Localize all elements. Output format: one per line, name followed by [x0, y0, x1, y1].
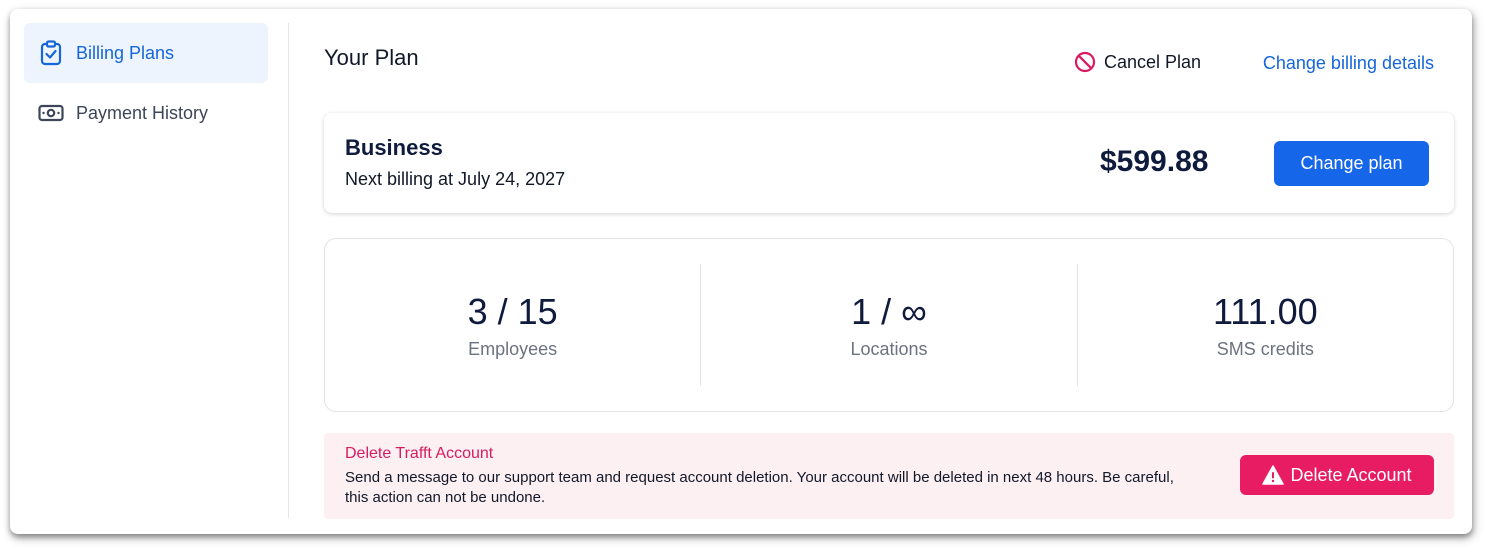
- plan-name: Business: [345, 135, 443, 160]
- change-plan-button[interactable]: Change plan: [1274, 141, 1429, 186]
- warning-icon: [1262, 464, 1285, 486]
- sidebar-item-billing-plans[interactable]: Billing Plans: [24, 23, 268, 83]
- change-billing-details-link[interactable]: Change billing details: [1263, 53, 1434, 74]
- cash-icon: [38, 100, 64, 126]
- delete-account-title: Delete Trafft Account: [345, 445, 494, 462]
- next-billing-text: Next billing at July 24, 2027: [345, 169, 566, 189]
- sidebar-item-label: Payment History: [76, 102, 209, 123]
- stat-value: 1 / ∞: [851, 290, 927, 332]
- sidebar-item-label: Billing Plans: [76, 42, 175, 63]
- sidebar-divider: [288, 23, 289, 518]
- cancel-plan-button[interactable]: Cancel Plan: [1074, 51, 1201, 73]
- delete-account-label: Delete Account: [1290, 464, 1412, 485]
- cancel-plan-label: Cancel Plan: [1104, 51, 1202, 72]
- stat-value: 111.00: [1212, 290, 1318, 332]
- stat-label: Employees: [468, 338, 558, 359]
- clipboard-check-icon: [38, 40, 64, 66]
- sidebar-item-payment-history[interactable]: Payment History: [24, 83, 268, 143]
- plan-card: Business Next billing at July 24, 2027 $…: [324, 113, 1454, 213]
- usage-stats-card: 3 / 15 Employees 1 / ∞ Locations 111.00 …: [324, 238, 1454, 412]
- stat-sms-credits: 111.00 SMS credits: [1078, 264, 1453, 386]
- delete-account-panel: Delete Trafft Account Send a message to …: [324, 433, 1454, 519]
- stat-label: SMS credits: [1216, 338, 1314, 359]
- stat-value: 3 / 15: [467, 290, 558, 332]
- page-title: Your Plan: [324, 45, 419, 70]
- stat-employees: 3 / 15 Employees: [325, 264, 702, 386]
- stat-label: Locations: [850, 338, 928, 359]
- plan-price: $599.88: [1100, 145, 1209, 178]
- delete-account-description: Send a message to our support team and r…: [345, 469, 1174, 506]
- billing-window: Billing Plans Payment History Your Plan: [10, 9, 1472, 534]
- sidebar: Billing Plans Payment History: [24, 23, 268, 143]
- ban-icon: [1074, 51, 1096, 73]
- delete-account-button[interactable]: Delete Account: [1240, 455, 1434, 495]
- stat-locations: 1 / ∞ Locations: [701, 264, 1078, 386]
